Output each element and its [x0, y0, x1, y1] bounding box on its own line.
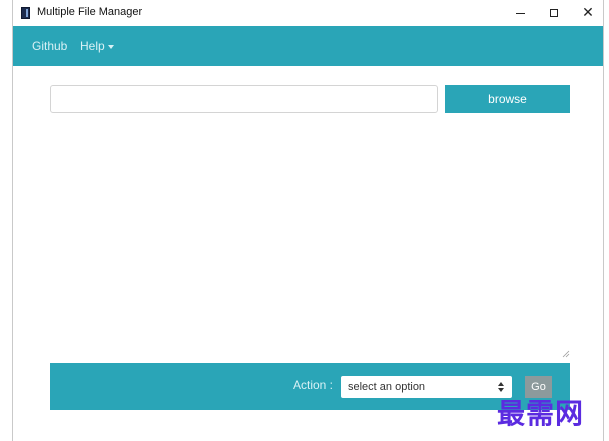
file-list-area[interactable] — [50, 122, 570, 358]
close-button[interactable]: ✕ — [571, 0, 605, 26]
action-select-value: select an option — [348, 381, 426, 393]
minimize-button[interactable] — [503, 0, 537, 26]
close-icon: ✕ — [582, 5, 594, 21]
action-select[interactable]: select an option — [341, 376, 512, 398]
nav-link-help[interactable]: Help — [80, 39, 114, 53]
app-window: Multiple File Manager ✕ Github Help brow… — [12, 0, 604, 441]
action-bar: Action : select an option Go — [50, 363, 570, 410]
app-icon — [21, 7, 30, 19]
title-bar: Multiple File Manager ✕ — [13, 0, 603, 26]
resize-grip-icon[interactable] — [562, 350, 570, 358]
maximize-button[interactable] — [537, 0, 571, 26]
minimize-icon — [515, 12, 525, 14]
browse-button[interactable]: browse — [445, 85, 570, 113]
action-label: Action : — [293, 378, 334, 392]
window-title: Multiple File Manager — [37, 6, 143, 18]
maximize-icon — [550, 9, 558, 17]
nav-link-help-label: Help — [80, 39, 105, 53]
navbar: Github Help — [13, 26, 603, 66]
caret-down-icon — [107, 44, 114, 49]
watermark-logo: 最需网 — [497, 397, 585, 430]
nav-link-github[interactable]: Github — [32, 39, 67, 53]
file-path-input[interactable] — [50, 85, 438, 113]
